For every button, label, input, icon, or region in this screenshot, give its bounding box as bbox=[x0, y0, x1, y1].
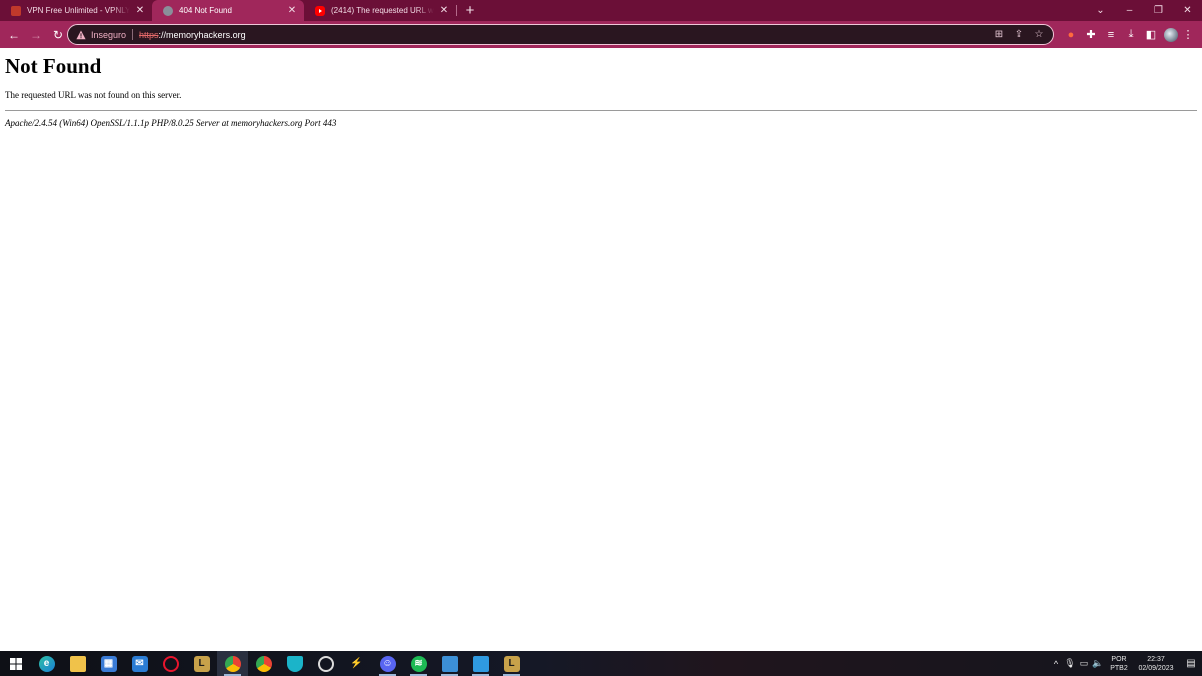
tab-title: VPN Free Unlimited - VPNLY - Ch bbox=[27, 6, 130, 15]
address-bar[interactable]: Inseguro https://memoryhackers.org ⊞ ⇪ ☆ bbox=[67, 24, 1054, 45]
side-panel-icon[interactable]: ◧ bbox=[1141, 25, 1161, 45]
window-controls: ⌄ – ❐ ✕ bbox=[1086, 0, 1202, 21]
new-tab-button[interactable]: + bbox=[459, 0, 481, 21]
error-message: The requested URL was not found on this … bbox=[5, 90, 182, 100]
extensions-puzzle-icon[interactable]: ✚ bbox=[1081, 25, 1101, 45]
address-bar-actions: ⊞ ⇪ ☆ bbox=[989, 25, 1049, 44]
clock[interactable]: 22:37 02/09/2023 bbox=[1134, 655, 1178, 673]
reading-list-icon[interactable]: ≡ bbox=[1101, 25, 1121, 45]
tab-search-icon[interactable]: ⌄ bbox=[1086, 0, 1115, 21]
remote-desktop-icon[interactable] bbox=[465, 651, 496, 676]
restore-button[interactable]: ❐ bbox=[1144, 0, 1173, 21]
steam-like-icon[interactable] bbox=[310, 651, 341, 676]
reload-button[interactable]: ↻ bbox=[48, 25, 68, 45]
windows-logo-icon bbox=[9, 657, 22, 670]
translate-icon[interactable]: ⊞ bbox=[989, 25, 1009, 44]
lol-icon[interactable]: L bbox=[496, 651, 527, 676]
discord-icon[interactable]: ☺ bbox=[372, 651, 403, 676]
server-signature: Apache/2.4.54 (Win64) OpenSSL/1.1.1p PHP… bbox=[5, 118, 337, 128]
system-tray: ^ 🎙 ▭ 🔈 POR PTB2 22:37 02/09/2023 ▤ bbox=[1049, 651, 1202, 676]
file-explorer-icon[interactable] bbox=[62, 651, 93, 676]
app-window-icon[interactable] bbox=[434, 651, 465, 676]
tab-vpn[interactable]: VPN Free Unlimited - VPNLY - Ch ✕ bbox=[0, 0, 152, 21]
vpn-shield-icon[interactable] bbox=[279, 651, 310, 676]
clock-date: 02/09/2023 bbox=[1138, 664, 1174, 672]
share-icon[interactable]: ⇪ bbox=[1009, 25, 1029, 44]
clock-time: 22:37 bbox=[1147, 655, 1165, 663]
security-status-label[interactable]: Inseguro bbox=[91, 30, 126, 40]
bookmark-star-icon[interactable]: ☆ bbox=[1029, 25, 1049, 44]
keyboard-layout: PTB2 bbox=[1110, 664, 1128, 672]
windows-taskbar: e ▦ ✉ L ⚡ ☺ ≋ L ^ 🎙 ▭ 🔈 POR PTB2 22:37 0… bbox=[0, 651, 1202, 676]
store-icon[interactable]: ▦ bbox=[93, 651, 124, 676]
profile-avatar[interactable] bbox=[1164, 27, 1178, 42]
forward-button[interactable]: → bbox=[26, 25, 46, 45]
toolbar-actions: ● ✚ ≡ ⤓ ◧ ⋮ bbox=[1061, 21, 1198, 48]
url-scheme: https bbox=[139, 29, 159, 40]
start-button[interactable] bbox=[0, 651, 31, 676]
download-icon[interactable]: ⤓ bbox=[1121, 25, 1141, 45]
url-text[interactable]: https://memoryhackers.org bbox=[139, 30, 246, 40]
warning-icon[interactable] bbox=[76, 30, 86, 40]
browser-toolbar: ← → ↻ Inseguro https://memoryhackers.org… bbox=[0, 21, 1202, 48]
menu-kebab-icon[interactable]: ⋮ bbox=[1178, 25, 1198, 45]
browser-tab-strip: VPN Free Unlimited - VPNLY - Ch ✕ 404 No… bbox=[0, 0, 1202, 21]
tab-close-icon[interactable]: ✕ bbox=[438, 5, 450, 17]
extension-icon[interactable]: ● bbox=[1061, 25, 1081, 45]
chrome-icon[interactable] bbox=[217, 651, 248, 676]
opera-icon[interactable] bbox=[155, 651, 186, 676]
page-content: Not Found The requested URL was not foun… bbox=[0, 48, 1202, 651]
network-icon[interactable]: ▭ bbox=[1077, 651, 1091, 676]
volume-icon[interactable]: 🔈 bbox=[1091, 651, 1105, 676]
back-button[interactable]: ← bbox=[4, 25, 24, 45]
close-window-button[interactable]: ✕ bbox=[1173, 0, 1202, 21]
language-code: POR bbox=[1111, 655, 1127, 663]
tray-chevron-icon[interactable]: ^ bbox=[1049, 651, 1063, 676]
address-divider bbox=[132, 29, 134, 40]
divider bbox=[5, 110, 1197, 111]
tab-404[interactable]: 404 Not Found ✕ bbox=[152, 0, 304, 21]
url-host: ://memoryhackers.org bbox=[158, 29, 246, 40]
tab-youtube[interactable]: (2414) The requested URL was n ✕ bbox=[304, 0, 456, 21]
microphone-icon[interactable]: 🎙 bbox=[1063, 651, 1077, 676]
notification-center-icon[interactable]: ▤ bbox=[1180, 651, 1202, 676]
tab-title: (2414) The requested URL was n bbox=[331, 6, 434, 15]
tab-close-icon[interactable]: ✕ bbox=[286, 5, 298, 17]
mail-icon[interactable]: ✉ bbox=[124, 651, 155, 676]
youtube-favicon-icon bbox=[315, 5, 325, 16]
edge-icon[interactable]: e bbox=[31, 651, 62, 676]
language-indicator[interactable]: POR PTB2 bbox=[1108, 655, 1130, 673]
globe-favicon-icon bbox=[163, 5, 173, 16]
vpn-favicon-icon bbox=[11, 5, 21, 16]
tab-close-icon[interactable]: ✕ bbox=[134, 5, 146, 17]
spotify-icon[interactable]: ≋ bbox=[403, 651, 434, 676]
tab-title: 404 Not Found bbox=[179, 6, 232, 15]
league-icon[interactable]: L bbox=[186, 651, 217, 676]
chrome-alt-icon[interactable] bbox=[248, 651, 279, 676]
tab-divider bbox=[456, 5, 457, 16]
minimize-button[interactable]: – bbox=[1115, 0, 1144, 21]
razer-icon[interactable]: ⚡ bbox=[341, 651, 372, 676]
page-title: Not Found bbox=[5, 54, 102, 78]
